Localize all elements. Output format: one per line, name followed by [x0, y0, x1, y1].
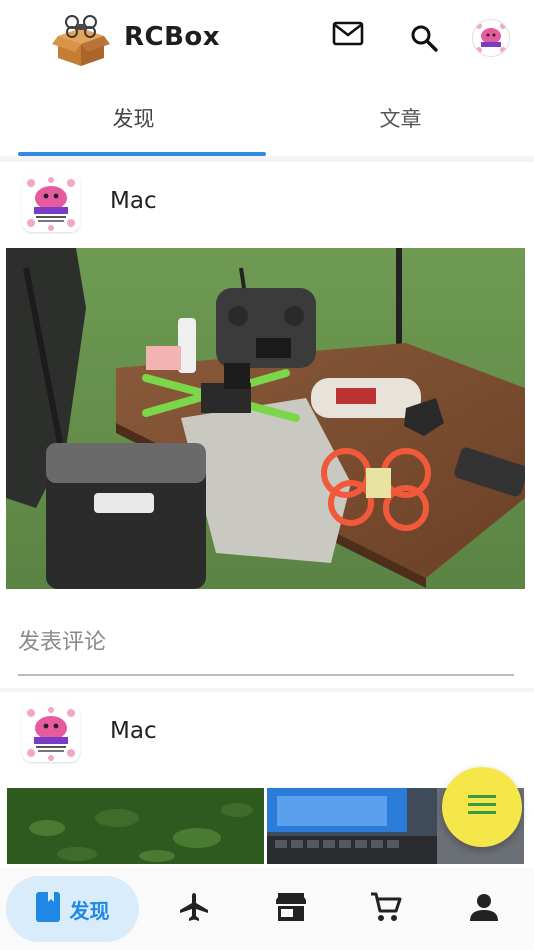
top-app-bar: RCBox: [0, 0, 534, 80]
nav-item-cart[interactable]: [369, 892, 403, 926]
author-avatar[interactable]: [22, 174, 80, 232]
menu-fab[interactable]: [442, 767, 522, 847]
post-image[interactable]: [6, 248, 525, 589]
post-author-row[interactable]: Mac: [0, 162, 534, 246]
tab-discover[interactable]: 发现: [0, 80, 267, 156]
nav-item-store[interactable]: [274, 892, 308, 926]
user-avatar[interactable]: [472, 19, 510, 57]
comment-input[interactable]: 发表评论: [18, 608, 514, 676]
app-title: RCBox: [124, 22, 221, 52]
bottom-navigation: 发现: [0, 870, 534, 950]
post-image-thumbnail[interactable]: [7, 788, 264, 864]
author-name: Mac: [110, 188, 157, 214]
mail-icon[interactable]: [330, 16, 366, 52]
store-icon: [275, 892, 307, 926]
cart-icon: [370, 891, 402, 927]
nav-item-profile[interactable]: [467, 892, 501, 926]
post-card: Mac: [0, 162, 534, 688]
author-avatar[interactable]: [22, 704, 80, 762]
book-icon: [35, 892, 60, 926]
search-icon[interactable]: [406, 20, 442, 56]
active-tab-indicator: [18, 152, 266, 156]
app-screen: RCBox 发现 文章 Mac 发表评论 Mac 发现: [0, 0, 534, 950]
menu-icon: [468, 795, 496, 819]
post-author-row[interactable]: Mac: [0, 692, 534, 776]
rcbox-logo-icon: [50, 14, 112, 68]
person-icon: [470, 893, 498, 925]
nav-item-flights[interactable]: [177, 892, 211, 926]
comment-placeholder: 发表评论: [18, 630, 107, 655]
tab-bar: 发现 文章: [0, 80, 534, 156]
nav-item-discover[interactable]: 发现: [6, 876, 139, 942]
tab-articles[interactable]: 文章: [267, 80, 534, 156]
author-name: Mac: [110, 718, 157, 744]
airplane-icon: [178, 891, 210, 927]
nav-item-label: 发现: [69, 898, 110, 923]
